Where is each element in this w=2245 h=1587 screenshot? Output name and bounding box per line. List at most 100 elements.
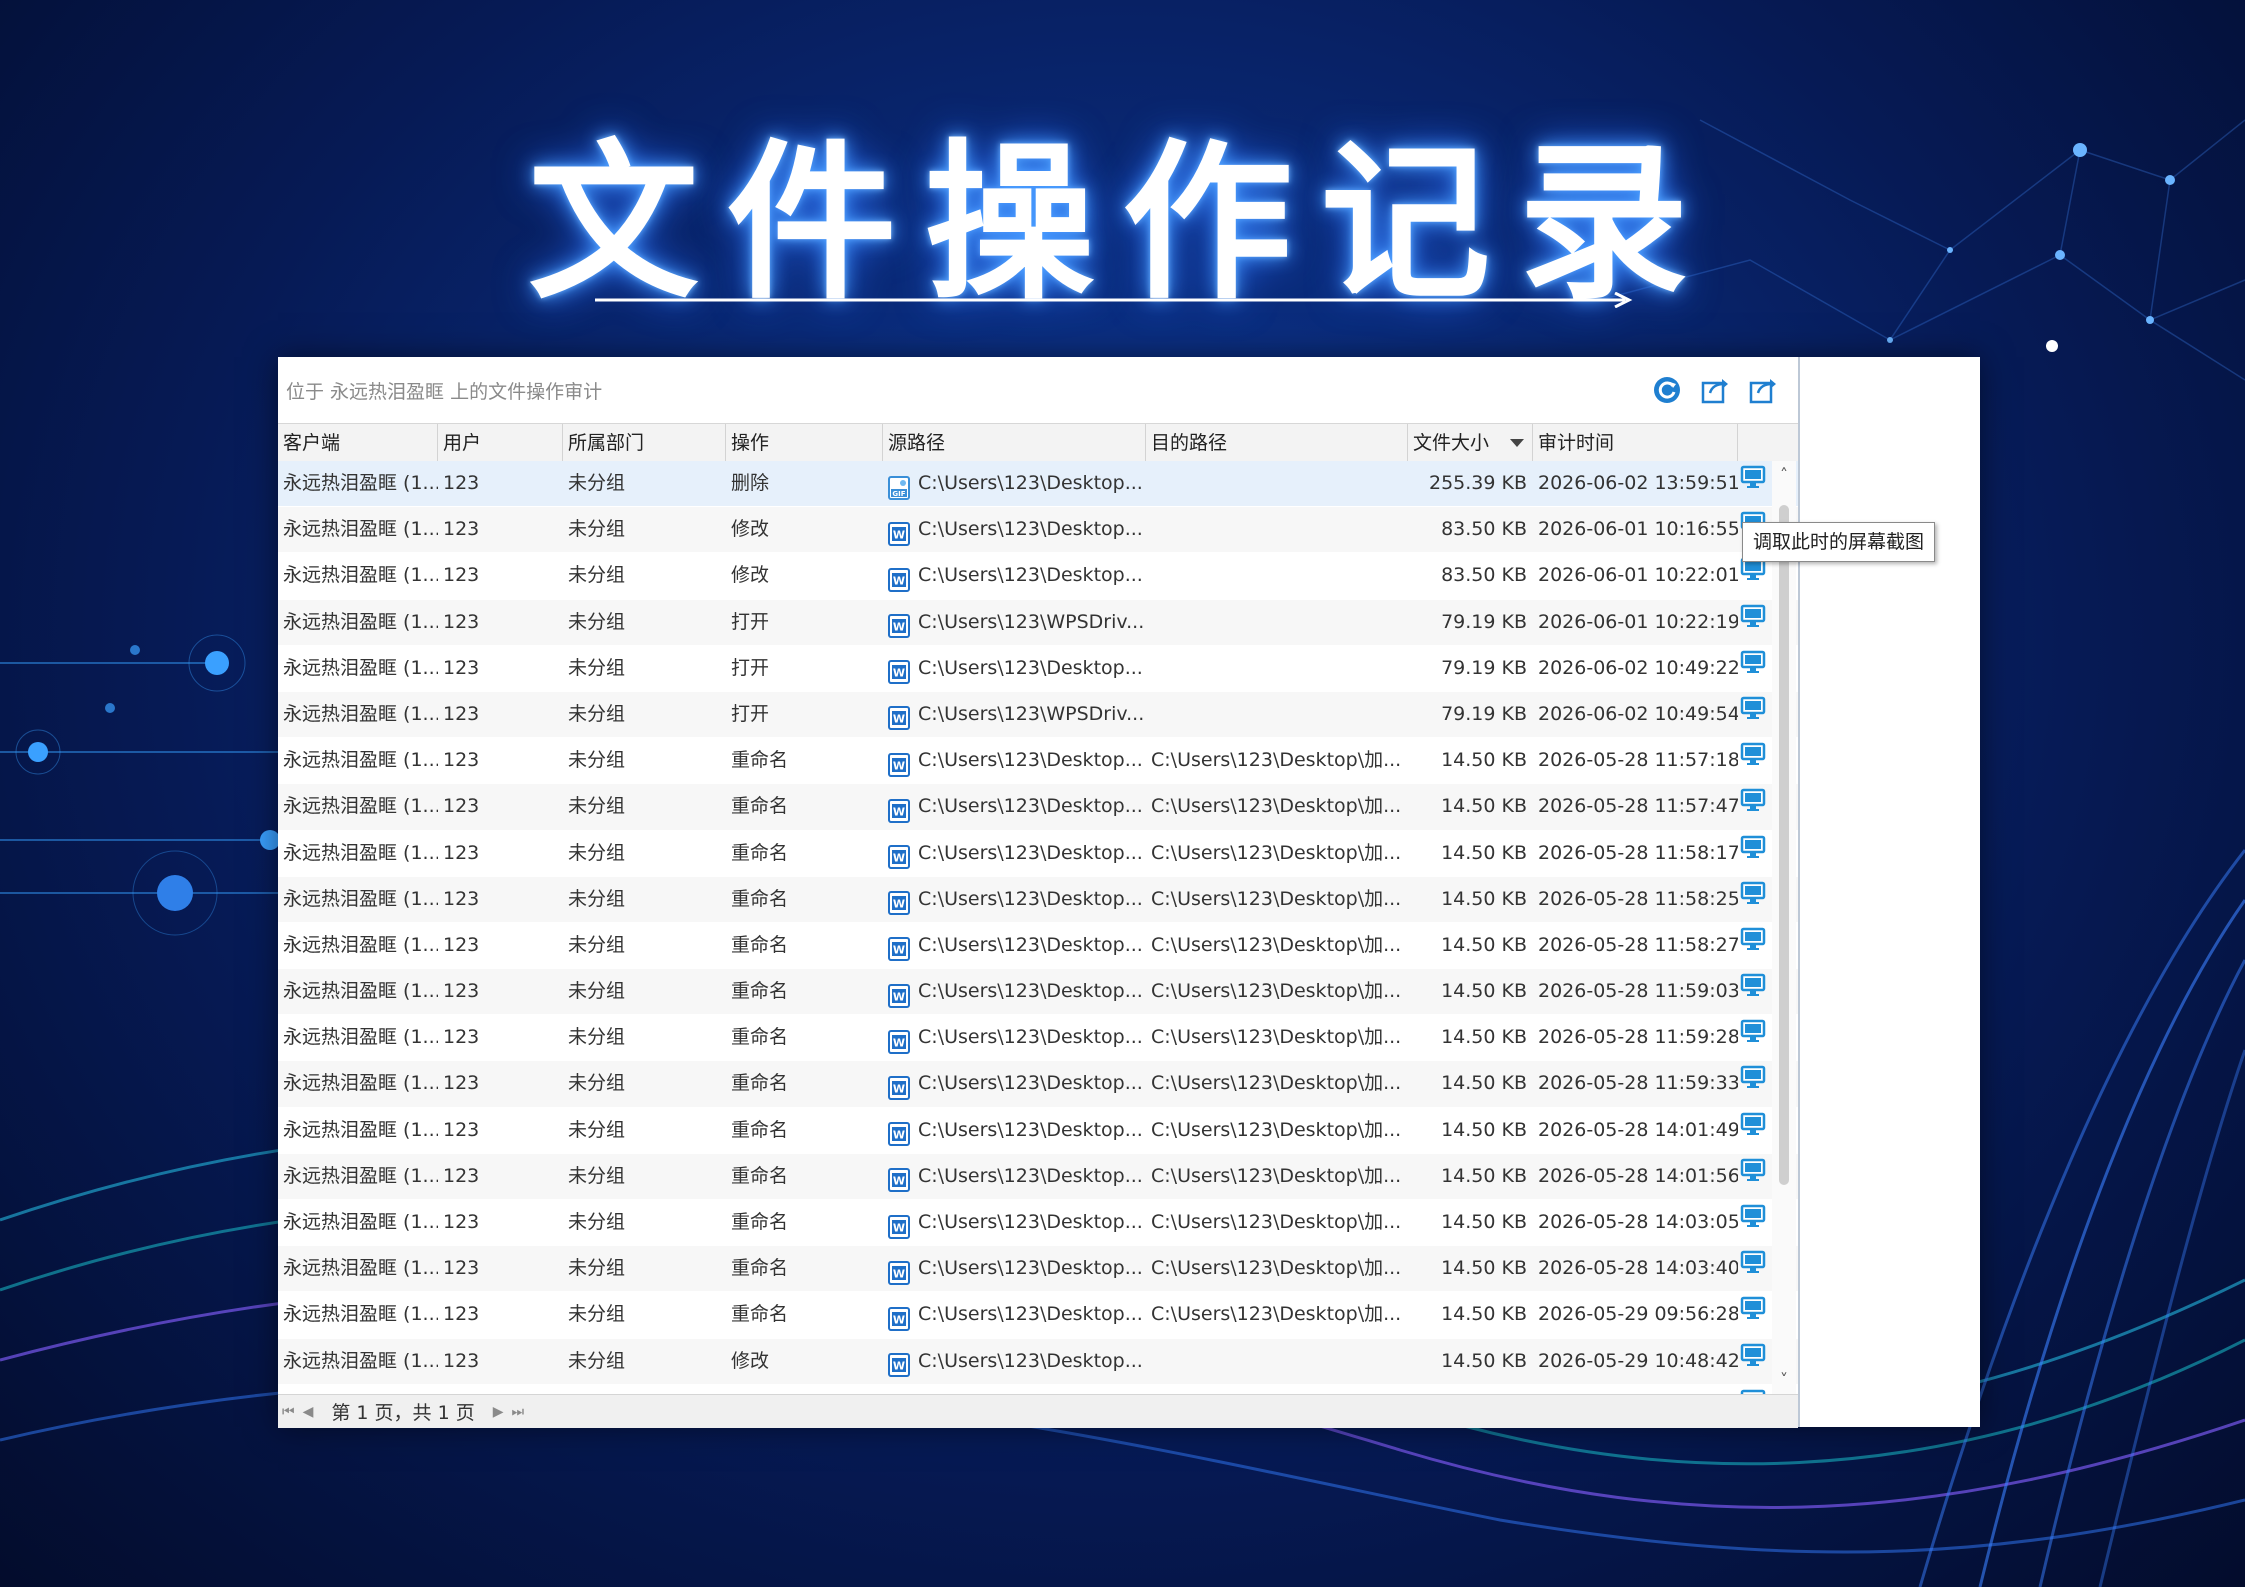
cell-user-text: 123 [443, 610, 480, 633]
cell-file-size: 14.50 KB [1408, 1339, 1533, 1384]
column-header-source-path[interactable]: 源路径 [883, 424, 1146, 462]
monitor-screenshot-icon[interactable] [1740, 923, 1766, 968]
refresh-icon[interactable] [1652, 375, 1682, 405]
table-row[interactable]: 永远热泪盈眶 (1... 123 未分组 重命名 W C:\Users\123\Deskt… [278, 969, 1798, 1016]
monitor-screenshot-icon[interactable] [1740, 1246, 1766, 1291]
table-row[interactable]: 永远热泪盈眶 (1... 123 未分组 重命名 W C:\Users\123\Deskt… [278, 738, 1798, 785]
monitor-screenshot-icon[interactable] [1740, 1292, 1766, 1337]
cell-audit-time-text: 2026-05-28 14:03:40 [1538, 1257, 1738, 1280]
column-header-department[interactable]: 所属部门 [563, 424, 726, 462]
word-file-icon: W [888, 1118, 910, 1147]
monitor-screenshot-icon[interactable] [1740, 1061, 1766, 1106]
monitor-screenshot-icon[interactable] [1740, 600, 1766, 645]
cell-client: 永远热泪盈眶 (1... [278, 784, 438, 829]
cell-file-size-text: 79.19 KB [1441, 610, 1527, 633]
monitor-screenshot-icon[interactable] [1740, 738, 1766, 783]
export-all-icon[interactable] [1748, 375, 1778, 405]
export-icon[interactable] [1700, 375, 1730, 405]
monitor-screenshot-icon[interactable] [1740, 1200, 1766, 1245]
column-header-audit-time[interactable]: 审计时间 [1533, 424, 1738, 462]
table-body: 永远热泪盈眶 (1... 123 未分组 删除 GIF C:\Users\123\Desk… [278, 461, 1798, 1394]
cell-client-text: 永远热泪盈眶 (1... [283, 1349, 438, 1372]
table-row[interactable]: 永远热泪盈眶 (1... 123 未分组 重命名 W C:\Users\123\Deskt… [278, 923, 1798, 970]
cell-action [1738, 969, 1768, 1014]
cell-audit-time: 2026-06-02 13:59:51 [1533, 461, 1738, 506]
table-row[interactable]: 永远热泪盈眶 (1... 123 未分组 重命名 W C:\Users\123\Deskt… [278, 1200, 1798, 1247]
monitor-screenshot-icon[interactable] [1740, 877, 1766, 922]
cell-file-size: 14.50 KB [1408, 738, 1533, 783]
cell-operation: 重命名 [726, 969, 883, 1014]
scroll-up-icon[interactable]: ˄ [1772, 463, 1796, 487]
cell-client-text: 永远热泪盈眶 (1... [283, 1072, 438, 1095]
cell-operation: 重命名 [726, 877, 883, 922]
svg-text:W: W [893, 944, 905, 957]
table-row[interactable]: 永远热泪盈眶 (1... 123 未分组 重命名 W C:\Users\123\Deskt… [278, 784, 1798, 831]
column-header-destination-path[interactable]: 目的路径 [1146, 424, 1408, 462]
next-page-icon[interactable]: ▶ [493, 1404, 504, 1420]
monitor-screenshot-icon[interactable] [1740, 784, 1766, 829]
cell-source-path: GIF C:\Users\123\Desktop... [883, 461, 1146, 506]
table-row[interactable]: 永远热泪盈眶 (1... 123 未分组 删除 GIF C:\Users\123\Desk… [278, 461, 1798, 508]
cell-destination-path-text: C:\Users\123\Desktop\加... [1151, 933, 1402, 956]
cell-destination-path: C:\Users\123\Desktop\加... [1146, 923, 1408, 968]
word-file-icon: W [888, 933, 910, 962]
cell-operation: 修改 [726, 507, 883, 552]
column-header-operation[interactable]: 操作 [726, 424, 883, 462]
column-header-user[interactable]: 用户 [438, 424, 563, 462]
word-file-icon: W [888, 1349, 910, 1378]
cell-client-text: 永远热泪盈眶 (1... [283, 1257, 438, 1280]
table-row[interactable]: 永远热泪盈眶 (1...123未分组修改WC:\Users\123\Deskto… [278, 1338, 1798, 1385]
cell-user-text: 123 [443, 702, 480, 725]
cell-client: 永远热泪盈眶 (1... [278, 877, 438, 922]
monitor-screenshot-icon[interactable] [1740, 1339, 1766, 1384]
cell-operation: 重命名 [726, 923, 883, 968]
table-row[interactable]: 永远热泪盈眶 (1... 123 未分组 重命名 W C:\Users\123\Deskt… [278, 1246, 1798, 1293]
monitor-screenshot-icon[interactable] [1740, 1385, 1766, 1394]
last-page-icon[interactable]: ⏭ [512, 1404, 525, 1420]
table-row[interactable]: 永远热泪盈眶 (1... 123 未分组 打开 W C:\Users\123\WPSDri… [278, 691, 1798, 739]
column-header-client[interactable]: 客户端 [278, 424, 438, 462]
cell-audit-time: 2026-06-02 10:49:54 [1533, 692, 1738, 737]
sort-desc-icon[interactable] [1510, 439, 1524, 447]
gif-file-icon: GIF [888, 472, 910, 500]
cell-destination-path: C:\Users\123\Desktop\加... [1146, 969, 1408, 1014]
cell-operation-text: 重命名 [731, 841, 789, 864]
table-row[interactable]: 永远热泪盈眶 (1... 123 未分组 重命名 W C:\Users\123\Deskt… [278, 1108, 1798, 1154]
monitor-screenshot-icon[interactable] [1740, 1108, 1766, 1153]
monitor-screenshot-icon[interactable] [1740, 969, 1766, 1014]
table-row[interactable]: 永远热泪盈眶 (1... 123 未分组 重命名 W C:\Users\123\Deskt… [278, 1061, 1798, 1108]
monitor-screenshot-icon[interactable] [1740, 1154, 1766, 1199]
monitor-screenshot-icon[interactable] [1740, 646, 1766, 691]
cell-destination-path [1146, 553, 1408, 598]
word-file-icon: W [888, 887, 910, 916]
table-row[interactable]: 永远热泪盈眶 (1... 123 未分组 打开 W C:\Users\123\Deskto… [278, 646, 1798, 692]
monitor-screenshot-icon[interactable] [1740, 692, 1766, 737]
cell-client: 永远热泪盈眶 (1... [278, 1015, 438, 1060]
vertical-scrollbar[interactable]: ˄ ˅ [1772, 461, 1796, 1394]
table-row[interactable]: 永远热泪盈眶 (1...123未分组修改WC:\Users\123\Deskto… [278, 1385, 1798, 1394]
cell-client-text: 永远热泪盈眶 (1... [283, 610, 438, 633]
table-row[interactable]: 永远热泪盈眶 (1... 123 未分组 重命名 W C:\Users\123\Deskt… [278, 1153, 1798, 1200]
table-row[interactable]: 永远热泪盈眶 (1... 123 未分组 打开 W C:\Users\123\WPSDri… [278, 599, 1798, 646]
monitor-screenshot-icon[interactable] [1740, 831, 1766, 876]
cell-department: 未分组 [563, 1061, 726, 1106]
svg-text:W: W [893, 759, 905, 772]
scroll-thumb[interactable] [1779, 505, 1789, 1185]
monitor-screenshot-icon[interactable] [1738, 461, 1768, 506]
first-page-icon[interactable]: ⏮ [282, 1404, 295, 1420]
audit-window: 位于 永远热泪盈眶 上的文件操作审计 客户端 用户 所属部门 操作 源路径 目的… [278, 357, 1980, 1428]
table-row[interactable]: 永远热泪盈眶 (1... 123 未分组 重命名 W C:\Users\123\Deskt… [278, 1292, 1798, 1339]
cell-user: 123 [438, 692, 563, 737]
cell-user: 123 [438, 831, 563, 876]
prev-page-icon[interactable]: ◀ [303, 1404, 314, 1420]
scroll-down-icon[interactable]: ˅ [1772, 1368, 1796, 1392]
table-row[interactable]: 永远热泪盈眶 (1...123未分组修改WC:\Users\123\Deskto… [278, 507, 1798, 554]
monitor-screenshot-icon[interactable] [1740, 1015, 1766, 1060]
column-header-file-size[interactable]: 文件大小 [1408, 424, 1533, 462]
table-row[interactable]: 永远热泪盈眶 (1... 123 未分组 重命名 W C:\Users\123\Deskt… [278, 876, 1798, 923]
table-row[interactable]: 永远热泪盈眶 (1...123未分组修改WC:\Users\123\Deskto… [278, 553, 1798, 600]
cell-operation-text: 重命名 [731, 933, 789, 956]
cell-source-path: W C:\Users\123\Desktop... [883, 738, 1146, 783]
table-row[interactable]: 永远热泪盈眶 (1... 123 未分组 重命名 W C:\Users\123\Deskt… [278, 831, 1798, 877]
table-row[interactable]: 永远热泪盈眶 (1... 123 未分组 重命名 W C:\Users\123\Deskt… [278, 1015, 1798, 1062]
